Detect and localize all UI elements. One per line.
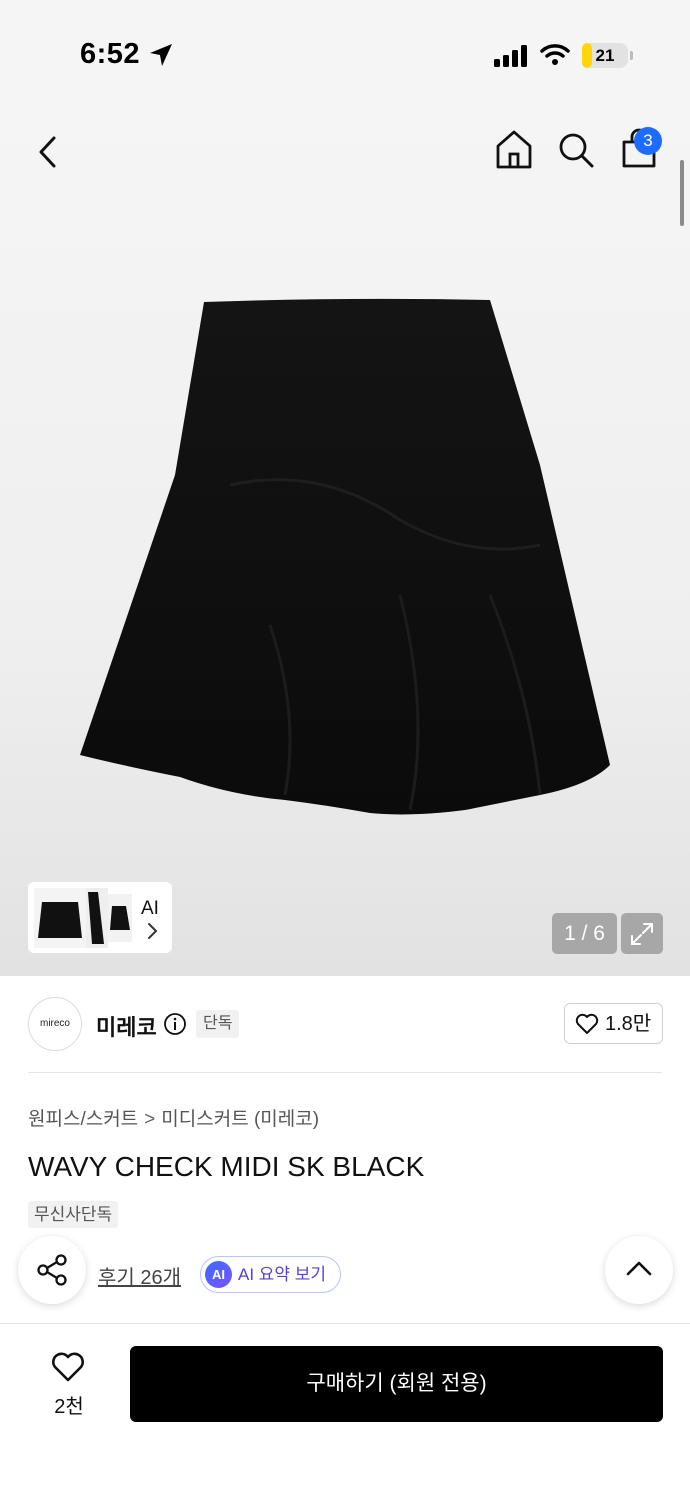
expand-image-button[interactable] (621, 913, 663, 954)
ai-summary-label: AI 요약 보기 (238, 1265, 327, 1284)
brand-name[interactable]: 미레코 (96, 1010, 157, 1042)
heart-icon[interactable] (50, 1351, 86, 1383)
home-icon[interactable] (494, 128, 534, 170)
battery-indicator: 21 (582, 43, 628, 68)
expand-icon (631, 923, 653, 945)
thumbnail-strip[interactable]: AI (28, 882, 172, 953)
cart-count-badge: 3 (634, 127, 662, 155)
brand-logo[interactable]: mireco (28, 997, 82, 1051)
search-icon[interactable] (556, 130, 596, 170)
ai-summary-button[interactable]: AI AI 요약 보기 (200, 1256, 341, 1293)
wishlist-count: 2천 (54, 1396, 84, 1418)
scroll-to-top-button[interactable] (605, 1236, 673, 1304)
product-title: WAVY CHECK MIDI SK BLACK (28, 1151, 425, 1182)
battery-nub (630, 51, 633, 60)
heart-icon (575, 1013, 599, 1034)
thumbnail-images[interactable] (34, 888, 132, 948)
status-time: 6:52 (80, 38, 141, 70)
product-image-skirt (80, 298, 610, 815)
share-button[interactable] (18, 1236, 86, 1304)
back-chevron-icon[interactable] (30, 130, 70, 174)
image-page-indicator: 1 / 6 (552, 913, 617, 954)
product-exclusive-tag: 무신사단독 (28, 1201, 119, 1228)
wifi-icon (540, 44, 570, 65)
chevron-up-icon (626, 1261, 652, 1276)
share-icon (37, 1254, 67, 1286)
breadcrumb-item-category[interactable]: 원피스/스커트 (28, 1109, 138, 1130)
divider (28, 1072, 662, 1073)
exclusive-tag: 단독 (196, 1010, 240, 1038)
signal-icon (494, 45, 527, 67)
chevron-right-icon (148, 923, 158, 939)
product-gallery[interactable]: 3 AI 1 / 6 (0, 110, 690, 976)
brand-like-count: 1.8만 (605, 1013, 652, 1035)
breadcrumb-separator: > (144, 1109, 156, 1130)
location-arrow-icon (150, 44, 172, 66)
scrollbar[interactable] (680, 160, 684, 226)
breadcrumb-item-subcategory[interactable]: 미디스커트 (미레코) (161, 1109, 319, 1130)
status-bar: 6:52 21 (0, 0, 690, 110)
brand-like-button[interactable]: 1.8만 (564, 1003, 663, 1044)
bottom-action-bar: 2천 구매하기 (회원 전용) (0, 1323, 690, 1500)
review-link[interactable]: 후기 26개 (98, 1261, 181, 1290)
buy-button[interactable]: 구매하기 (회원 전용) (130, 1346, 663, 1422)
info-icon[interactable] (163, 1012, 187, 1036)
thumbnail-ai-label: AI (141, 898, 159, 919)
breadcrumb: 원피스/스커트 > 미디스커트 (미레코) (28, 1104, 319, 1131)
ai-badge-icon: AI (205, 1261, 232, 1288)
battery-level: 21 (595, 46, 615, 65)
